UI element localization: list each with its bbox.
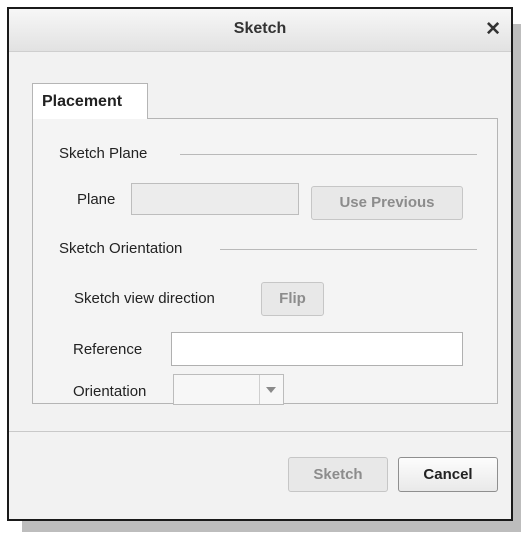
reference-field[interactable] — [171, 332, 463, 366]
orientation-dropdown-button[interactable] — [259, 375, 283, 404]
sketch-orientation-divider — [220, 249, 477, 250]
sketch-button[interactable]: Sketch — [288, 457, 388, 492]
dialog-title: Sketch — [233, 20, 287, 37]
reference-label: Reference — [73, 341, 143, 358]
placement-panel: Sketch Plane Plane Use Previous Sketch O… — [32, 118, 498, 405]
plane-field[interactable] — [131, 183, 299, 215]
orientation-select[interactable] — [173, 374, 284, 405]
sketch-view-direction-label: Sketch view direction — [74, 290, 215, 307]
tab-placement[interactable]: Placement — [32, 83, 148, 119]
plane-label: Plane — [77, 191, 116, 208]
footer-divider — [9, 431, 511, 432]
sketch-plane-group-label: Sketch Plane — [59, 145, 148, 162]
orientation-label: Orientation — [73, 383, 147, 400]
sketch-orientation-group-label: Sketch Orientation — [59, 240, 183, 257]
use-previous-button[interactable]: Use Previous — [311, 186, 463, 220]
close-icon[interactable]: ✕ — [485, 18, 501, 41]
sketch-dialog: Sketch ✕ Placement Sketch Plane Plane Us… — [7, 7, 513, 521]
tab-placement-label: Placement — [42, 93, 123, 110]
title-bar[interactable]: Sketch ✕ — [9, 9, 511, 52]
flip-button[interactable]: Flip — [261, 282, 324, 316]
chevron-down-icon — [266, 387, 276, 393]
sketch-plane-divider — [180, 154, 477, 155]
cancel-button[interactable]: Cancel — [398, 457, 498, 492]
